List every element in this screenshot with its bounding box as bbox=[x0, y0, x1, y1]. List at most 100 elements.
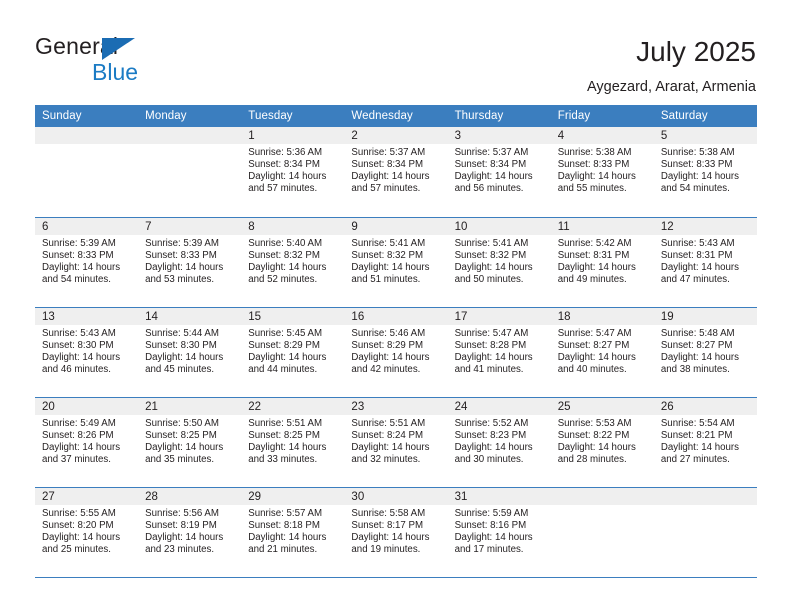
daylight-text-line1: Daylight: 14 hours bbox=[660, 171, 739, 183]
daylight-text-line1: Daylight: 14 hours bbox=[351, 531, 430, 543]
calendar-day-cell[interactable]: 21 Sunrise: 5:50 AM Sunset: 8:25 PM Dayligh… bbox=[138, 397, 242, 488]
calendar-day-cell[interactable]: 6 Sunrise: 5:39 AM Sunset: 8:33 PM Daylight… bbox=[35, 217, 139, 308]
calendar-day-cell[interactable]: 1 Sunrise: 5:36 AM Sunset: 8:34 PM Daylight… bbox=[241, 127, 345, 218]
day-cell-inner: 13 Sunrise: 5:43 AM Sunset: 8:30 PM Dayligh… bbox=[35, 307, 139, 397]
calendar-day-cell[interactable]: 3 Sunrise: 5:37 AM Sunset: 8:34 PM Daylight… bbox=[447, 127, 551, 218]
daylight-text-line2: and 46 minutes. bbox=[42, 363, 111, 375]
calendar-day-cell[interactable]: 10 Sunrise: 5:41 AM Sunset: 8:32 PM Dayligh… bbox=[447, 217, 551, 308]
calendar-day-cell[interactable]: 16 Sunrise: 5:46 AM Sunset: 8:29 PM Dayligh… bbox=[344, 307, 448, 398]
day-number: 4 bbox=[550, 127, 654, 144]
page-title: July 2025 bbox=[636, 36, 756, 67]
triangle-icon bbox=[102, 38, 135, 60]
daylight-text-line2: and 28 minutes. bbox=[557, 453, 627, 465]
calendar-day-cell[interactable]: 22 Sunrise: 5:51 AM Sunset: 8:25 PM Dayligh… bbox=[241, 397, 345, 488]
sunrise-text: Sunrise: 5:58 AM bbox=[351, 507, 426, 519]
day-number: 30 bbox=[344, 487, 448, 505]
day-cell-inner: 31 Sunrise: 5:59 AM Sunset: 8:16 PM Dayligh… bbox=[447, 487, 551, 577]
calendar-day-cell[interactable]: 5 Sunrise: 5:38 AM Sunset: 8:33 PM Daylight… bbox=[653, 127, 757, 218]
sunrise-text: Sunrise: 5:43 AM bbox=[660, 237, 735, 249]
day-details: Sunrise: 5:39 AM Sunset: 8:33 PM Daylight:… bbox=[35, 235, 138, 286]
daylight-text-line1: Daylight: 14 hours bbox=[454, 531, 533, 543]
daylight-text-line1: Daylight: 14 hours bbox=[248, 171, 327, 183]
day-details: Sunrise: 5:36 AM Sunset: 8:34 PM Daylight:… bbox=[241, 144, 344, 195]
sunset-text: Sunset: 8:33 PM bbox=[660, 159, 733, 171]
day-cell-inner: 29 Sunrise: 5:57 AM Sunset: 8:18 PM Dayligh… bbox=[241, 487, 345, 577]
day-number: 11 bbox=[550, 217, 654, 235]
daylight-text-line1: Daylight: 14 hours bbox=[454, 441, 533, 453]
calendar-day-cell[interactable]: 12 Sunrise: 5:43 AM Sunset: 8:31 PM Dayligh… bbox=[653, 217, 757, 308]
day-number: 17 bbox=[447, 307, 551, 325]
daylight-text-line2: and 19 minutes. bbox=[351, 543, 421, 555]
day-number: 19 bbox=[653, 307, 757, 325]
daylight-text-line2: and 56 minutes. bbox=[454, 183, 524, 195]
sunrise-text: Sunrise: 5:59 AM bbox=[454, 507, 529, 519]
calendar-day-cell[interactable]: 14 Sunrise: 5:44 AM Sunset: 8:30 PM Dayligh… bbox=[138, 307, 242, 398]
calendar-day-cell[interactable]: 4 Sunrise: 5:38 AM Sunset: 8:33 PM Daylight… bbox=[550, 127, 654, 218]
sunrise-text: Sunrise: 5:37 AM bbox=[454, 147, 529, 158]
calendar-day-cell[interactable]: 2 Sunrise: 5:37 AM Sunset: 8:34 PM Daylight… bbox=[344, 127, 448, 218]
calendar-day-cell[interactable]: 11 Sunrise: 5:42 AM Sunset: 8:31 PM Dayligh… bbox=[550, 217, 654, 308]
day-details: Sunrise: 5:39 AM Sunset: 8:33 PM Daylight:… bbox=[138, 235, 241, 286]
sunrise-text: Sunrise: 5:44 AM bbox=[145, 327, 219, 339]
day-cell-inner: 30 Sunrise: 5:58 AM Sunset: 8:17 PM Dayligh… bbox=[344, 487, 448, 577]
calendar-day-cell[interactable]: 28 Sunrise: 5:56 AM Sunset: 8:19 PM Dayligh… bbox=[138, 487, 242, 578]
day-number: 27 bbox=[35, 487, 139, 505]
brand-logo[interactable]: General Blue bbox=[35, 33, 235, 89]
calendar-day-cell[interactable]: 17 Sunrise: 5:47 AM Sunset: 8:28 PM Dayligh… bbox=[447, 307, 551, 398]
sunrise-text: Sunrise: 5:38 AM bbox=[557, 147, 632, 158]
day-details: Sunrise: 5:41 AM Sunset: 8:32 PM Daylight:… bbox=[448, 235, 551, 286]
sunrise-text: Sunrise: 5:37 AM bbox=[351, 147, 426, 158]
sunset-text: Sunset: 8:30 PM bbox=[145, 339, 217, 351]
daylight-text-line2: and 42 minutes. bbox=[351, 363, 421, 375]
day-cell-inner: 27 Sunrise: 5:55 AM Sunset: 8:20 PM Dayligh… bbox=[35, 487, 139, 577]
day-cell-inner: 23 Sunrise: 5:51 AM Sunset: 8:24 PM Dayligh… bbox=[344, 397, 448, 487]
calendar-day-cell[interactable]: 30 Sunrise: 5:58 AM Sunset: 8:17 PM Dayligh… bbox=[344, 487, 448, 578]
calendar-day-cell[interactable]: 26 Sunrise: 5:54 AM Sunset: 8:21 PM Dayligh… bbox=[653, 397, 757, 488]
day-details: Sunrise: 5:41 AM Sunset: 8:32 PM Daylight:… bbox=[344, 235, 447, 286]
sunrise-text: Sunrise: 5:40 AM bbox=[248, 237, 323, 249]
weekday-header-sunday: Sunday bbox=[35, 105, 139, 127]
daylight-text-line2: and 17 minutes. bbox=[454, 543, 524, 555]
day-number: 18 bbox=[550, 307, 654, 325]
daylight-text-line2: and 40 minutes. bbox=[557, 363, 627, 375]
calendar-day-cell[interactable]: 15 Sunrise: 5:45 AM Sunset: 8:29 PM Dayligh… bbox=[241, 307, 345, 398]
sunset-text: Sunset: 8:34 PM bbox=[454, 159, 527, 171]
weekday-header-thursday: Thursday bbox=[447, 105, 551, 127]
daylight-text-line2: and 57 minutes. bbox=[351, 183, 421, 195]
day-cell-inner: 17 Sunrise: 5:47 AM Sunset: 8:28 PM Dayligh… bbox=[447, 307, 551, 397]
daylight-text-line2: and 38 minutes. bbox=[660, 363, 730, 375]
calendar-day-cell[interactable]: 18 Sunrise: 5:47 AM Sunset: 8:27 PM Dayligh… bbox=[550, 307, 654, 398]
calendar-day-cell[interactable]: 23 Sunrise: 5:51 AM Sunset: 8:24 PM Dayligh… bbox=[344, 397, 448, 488]
day-cell-inner: 11 Sunrise: 5:42 AM Sunset: 8:31 PM Dayligh… bbox=[550, 217, 654, 307]
daylight-text-line1: Daylight: 14 hours bbox=[454, 351, 533, 363]
daylight-text-line1: Daylight: 14 hours bbox=[42, 351, 121, 363]
sunrise-text: Sunrise: 5:50 AM bbox=[145, 417, 219, 429]
day-details: Sunrise: 5:50 AM Sunset: 8:25 PM Daylight:… bbox=[138, 415, 241, 466]
calendar-day-cell[interactable]: 25 Sunrise: 5:53 AM Sunset: 8:22 PM Dayligh… bbox=[550, 397, 654, 488]
sunrise-text: Sunrise: 5:43 AM bbox=[42, 327, 116, 339]
daylight-text-line1: Daylight: 14 hours bbox=[660, 261, 739, 273]
day-number: 16 bbox=[344, 307, 448, 325]
weekday-header-monday: Monday bbox=[138, 105, 242, 127]
day-number: 6 bbox=[35, 217, 139, 235]
daylight-text-line2: and 55 minutes. bbox=[557, 183, 627, 195]
calendar-day-cell[interactable]: 13 Sunrise: 5:43 AM Sunset: 8:30 PM Dayligh… bbox=[35, 307, 139, 398]
calendar-day-cell[interactable]: 31 Sunrise: 5:59 AM Sunset: 8:16 PM Dayligh… bbox=[447, 487, 551, 578]
day-number: 20 bbox=[35, 397, 139, 415]
calendar-day-cell[interactable]: 7 Sunrise: 5:39 AM Sunset: 8:33 PM Daylight… bbox=[138, 217, 242, 308]
day-cell-inner: 5 Sunrise: 5:38 AM Sunset: 8:33 PM Daylight… bbox=[653, 127, 757, 217]
day-cell-inner: 10 Sunrise: 5:41 AM Sunset: 8:32 PM Dayligh… bbox=[447, 217, 551, 307]
daylight-text-line1: Daylight: 14 hours bbox=[660, 351, 739, 363]
daylight-text-line1: Daylight: 14 hours bbox=[248, 531, 327, 543]
daylight-text-line1: Daylight: 14 hours bbox=[351, 351, 430, 363]
calendar-day-cell[interactable]: 24 Sunrise: 5:52 AM Sunset: 8:23 PM Dayligh… bbox=[447, 397, 551, 488]
calendar-day-cell[interactable]: 9 Sunrise: 5:41 AM Sunset: 8:32 PM Daylight… bbox=[344, 217, 448, 308]
weekday-header-tuesday: Tuesday bbox=[241, 105, 345, 127]
calendar-day-cell[interactable]: 19 Sunrise: 5:48 AM Sunset: 8:27 PM Dayligh… bbox=[653, 307, 757, 398]
day-cell-inner: 12 Sunrise: 5:43 AM Sunset: 8:31 PM Dayligh… bbox=[653, 217, 757, 307]
day-number: 12 bbox=[653, 217, 757, 235]
calendar-day-cell[interactable]: 27 Sunrise: 5:55 AM Sunset: 8:20 PM Dayligh… bbox=[35, 487, 139, 578]
calendar-day-cell[interactable]: 8 Sunrise: 5:40 AM Sunset: 8:32 PM Daylight… bbox=[241, 217, 345, 308]
calendar-day-cell[interactable]: 29 Sunrise: 5:57 AM Sunset: 8:18 PM Dayligh… bbox=[241, 487, 345, 578]
calendar-day-cell[interactable]: 20 Sunrise: 5:49 AM Sunset: 8:26 PM Dayligh… bbox=[35, 397, 139, 488]
